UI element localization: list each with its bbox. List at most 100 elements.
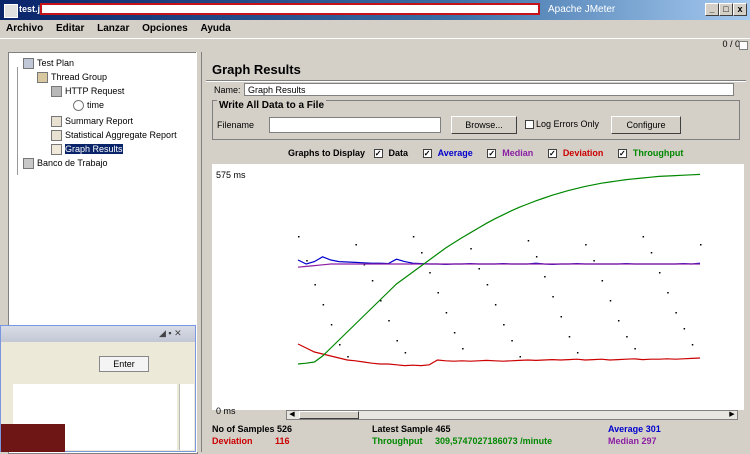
menu-archivo[interactable]: Archivo [6, 20, 43, 38]
window-title-prefix: test.jmx [19, 4, 54, 14]
option-average[interactable]: ✓ Average [422, 148, 479, 159]
log-errors-checkbox[interactable] [525, 120, 534, 130]
deviation-stat: Deviation 116 [212, 436, 290, 446]
data-point [593, 260, 595, 262]
data-point [306, 260, 308, 262]
data-point [535, 256, 538, 258]
median-stat-label: Median [608, 436, 640, 446]
graph-icon [51, 144, 62, 156]
configure-button[interactable]: Configure [611, 116, 681, 134]
data-point [601, 280, 604, 282]
report-icon [51, 130, 62, 142]
name-label: Name: [214, 85, 241, 95]
average-series-line [297, 256, 701, 266]
data-point [298, 236, 300, 238]
option-data[interactable]: ✓ Data [373, 148, 415, 159]
tree-item-thread-group[interactable]: Thread Group [37, 71, 107, 84]
data-point [609, 300, 612, 302]
data-point [511, 340, 513, 342]
data-point [626, 336, 628, 338]
graph-statistics: No of Samples 526 Latest Sample 465 Aver… [212, 424, 742, 450]
data-point [486, 284, 489, 286]
menu-editar[interactable]: Editar [56, 20, 84, 38]
data-point [339, 344, 341, 346]
thread-counter: 0 / 0 [722, 39, 740, 49]
median-stat: Median 297 [608, 436, 657, 446]
latest-label: Latest Sample [372, 424, 434, 434]
scroll-left-arrow[interactable]: ◀ [287, 410, 297, 420]
throughput-stat: Throughput 309,5747027186073 /minute [372, 436, 552, 446]
filename-label: Filename [217, 120, 255, 130]
data-point [552, 296, 554, 298]
average-stat-label: Average [608, 424, 644, 434]
overlay-enter-button[interactable]: Enter [99, 356, 149, 372]
deviation-label: Deviation [562, 148, 604, 158]
minimize-button[interactable]: _ [705, 3, 719, 16]
overlay-scrollbar[interactable] [179, 384, 194, 450]
tree-item-summary-report[interactable]: Summary Report [51, 115, 133, 128]
graph-horizontal-scrollbar[interactable]: ◀ ▶ [286, 410, 738, 420]
toolbar: 0 / 0 [0, 39, 750, 51]
option-throughput[interactable]: ✓ Throughput [617, 148, 689, 159]
write-to-file-group: Write All Data to a File Filename Browse… [212, 100, 740, 140]
scroll-right-arrow[interactable]: ▶ [727, 410, 737, 420]
average-stat-value: 301 [645, 424, 661, 434]
data-point [585, 244, 587, 246]
data-point [330, 324, 333, 326]
data-point [355, 244, 357, 246]
data-point [568, 336, 571, 338]
title-highlight [40, 3, 540, 15]
menu-opciones[interactable]: Opciones [142, 20, 188, 38]
throughput-label: Throughput [632, 148, 684, 158]
data-point [453, 332, 456, 334]
data-point [683, 328, 686, 330]
testplan-icon [23, 58, 34, 70]
http-request-icon [51, 86, 62, 98]
filename-input[interactable] [269, 117, 441, 133]
latest-sample-stat: Latest Sample 465 [372, 424, 451, 434]
data-point [494, 304, 497, 306]
menu-ayuda[interactable]: Ayuda [201, 20, 231, 38]
data-point [658, 272, 661, 274]
data-point [667, 292, 669, 294]
name-input[interactable]: Graph Results [244, 83, 734, 96]
log-errors-label: Log Errors Only [536, 119, 600, 129]
log-errors-only[interactable]: Log Errors Only [525, 119, 600, 130]
deviation-checkbox[interactable]: ✓ [547, 149, 557, 159]
data-point [396, 340, 398, 342]
option-median[interactable]: ✓ Median [487, 148, 539, 159]
app-title: Apache JMeter [548, 4, 616, 15]
data-point [314, 284, 316, 286]
deviation-stat-value: 116 [275, 436, 290, 446]
tree-item-test-plan[interactable]: Test Plan [23, 57, 74, 70]
latest-value: 465 [435, 424, 451, 434]
average-checkbox[interactable]: ✓ [422, 149, 432, 159]
data-point [527, 240, 530, 242]
menu-lanzar[interactable]: Lanzar [97, 20, 129, 38]
browse-button[interactable]: Browse... [451, 116, 517, 134]
tree-item-timer[interactable]: time [73, 99, 104, 112]
graphs-to-display-label: Graphs to Display [288, 148, 366, 158]
scroll-thumb[interactable] [299, 411, 359, 419]
title-bar: test.jmx Apache JMeter _ □ x [0, 0, 750, 20]
overlay-window-controls[interactable]: ◢ ▪ ✕ [159, 328, 182, 339]
close-button[interactable]: x [733, 3, 747, 16]
data-label: Data [388, 148, 409, 158]
data-checkbox[interactable]: ✓ [373, 149, 383, 159]
tree-item-workbench[interactable]: Banco de Trabajo [23, 157, 108, 170]
maximize-button[interactable]: □ [719, 3, 733, 16]
data-point [429, 272, 431, 274]
samples-stat: No of Samples 526 [212, 424, 292, 434]
throughput-checkbox[interactable]: ✓ [617, 149, 627, 159]
tree-item-http-request[interactable]: HTTP Request [51, 85, 124, 98]
report-icon [51, 116, 62, 128]
data-point [421, 252, 423, 254]
median-checkbox[interactable]: ✓ [487, 149, 497, 159]
option-deviation[interactable]: ✓ Deviation [547, 148, 610, 159]
samples-value: 526 [277, 424, 293, 434]
data-point [404, 352, 407, 354]
data-point [576, 352, 579, 354]
median-series-line [297, 263, 700, 268]
tree-item-graph-results[interactable]: Graph Results [51, 143, 123, 156]
tree-item-aggregate-report[interactable]: Statistical Aggregate Report [51, 129, 177, 142]
